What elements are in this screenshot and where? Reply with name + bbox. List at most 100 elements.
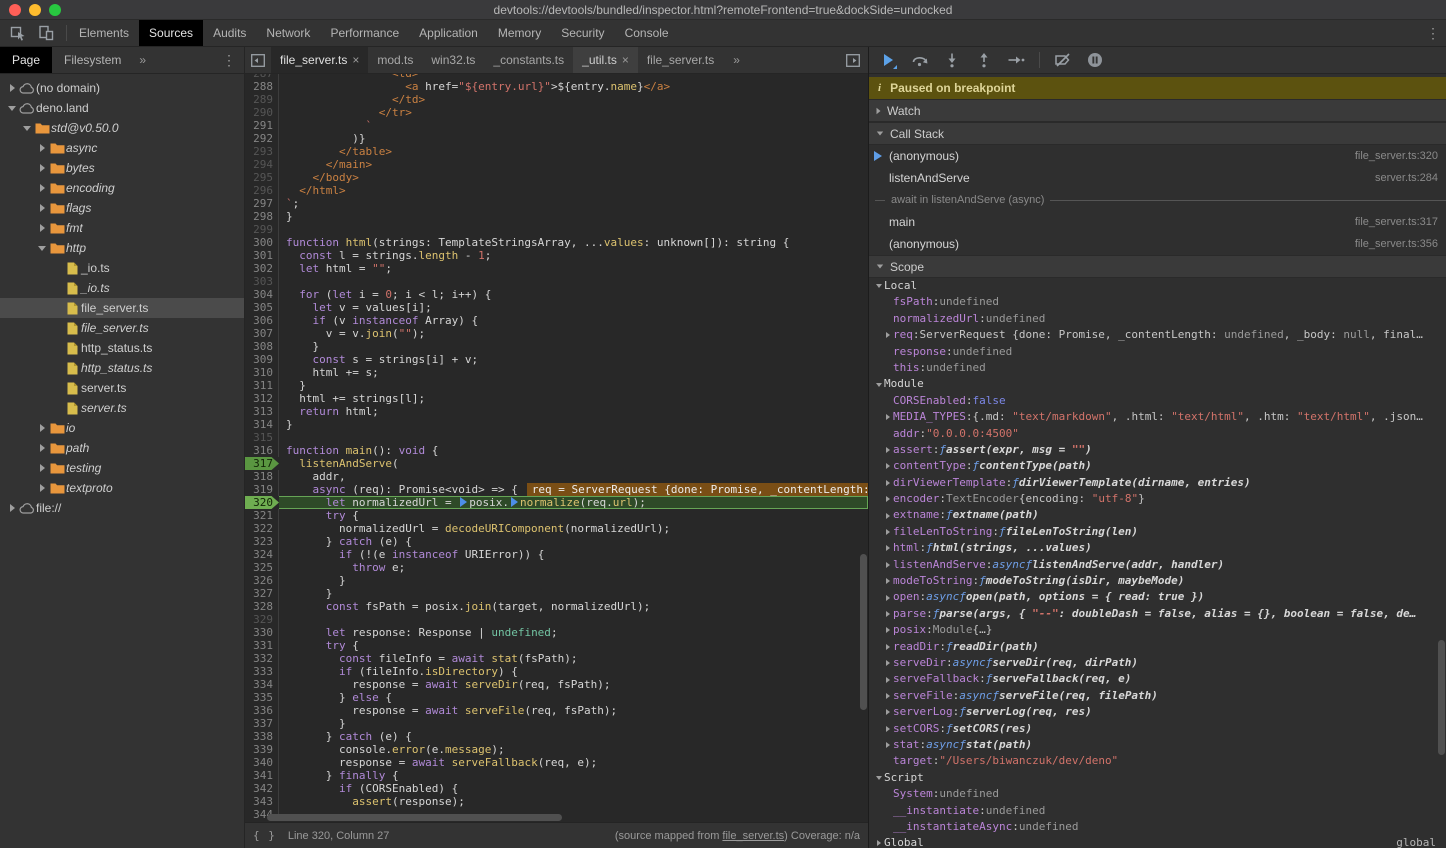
editor-vertical-scrollbar[interactable] [860, 554, 867, 710]
tree-item-http_status.ts[interactable]: http_status.ts [0, 338, 244, 358]
inspect-element-icon[interactable] [6, 22, 30, 44]
callstack-frame[interactable]: mainfile_server.ts:317 [869, 211, 1446, 233]
right-arrow-icon[interactable] [36, 144, 48, 152]
tab-page[interactable]: Page [0, 47, 52, 73]
scope-variable-listenAndServe[interactable]: listenAndServe: async ƒ listenAndServe(a… [869, 557, 1446, 573]
code-line-316[interactable]: 316function main(): void { [245, 444, 868, 457]
code-line-311[interactable]: 311 } [245, 379, 868, 392]
scope-variable-stat[interactable]: stat: async ƒ stat(path) [869, 737, 1446, 753]
scope-variable-readDir[interactable]: readDir: ƒ readDir(path) [869, 639, 1446, 655]
scope-variable-posix[interactable]: posix: Module {…} [869, 622, 1446, 638]
device-toolbar-icon[interactable] [34, 22, 58, 44]
deactivate-breakpoints-icon[interactable] [1052, 49, 1074, 71]
scope-section-module[interactable]: Module [869, 376, 1446, 392]
right-arrow-icon[interactable] [36, 204, 48, 212]
frame-location[interactable]: server.ts:284 [1375, 172, 1438, 184]
hide-debugger-icon[interactable] [840, 47, 866, 73]
code-line-307[interactable]: 307 v = v.join(""); [245, 327, 868, 340]
step-icon[interactable] [1005, 49, 1027, 71]
right-arrow-icon[interactable] [36, 164, 48, 172]
continue-to-here-icon[interactable] [460, 497, 467, 507]
scope-section-script[interactable]: Script [869, 770, 1446, 786]
editor-tab-_util.ts[interactable]: _util.ts× [573, 47, 638, 73]
callstack-frame[interactable]: (anonymous)file_server.ts:320 [869, 145, 1446, 167]
scope-variable-parse[interactable]: parse: ƒ parse(args, { "--": doubleDash … [869, 606, 1446, 622]
scope-variable-MEDIA_TYPES[interactable]: MEDIA_TYPES: {.md: "text/markdown", .htm… [869, 409, 1446, 425]
scope-section-local[interactable]: Local [869, 278, 1446, 294]
code-line-336[interactable]: 336 response = await serveFile(req, fsPa… [245, 704, 868, 717]
code-line-318[interactable]: 318 addr, [245, 470, 868, 483]
code-line-333[interactable]: 333 if (fileInfo.isDirectory) { [245, 665, 868, 678]
code-line-328[interactable]: 328 const fsPath = posix.join(target, no… [245, 600, 868, 613]
pretty-print-icon[interactable]: { } [253, 829, 276, 842]
code-line-326[interactable]: 326 } [245, 574, 868, 587]
down-arrow-icon[interactable] [6, 106, 18, 111]
code-line-297[interactable]: 297`; [245, 197, 868, 210]
tree-item-bytes[interactable]: bytes [0, 158, 244, 178]
continue-to-here-icon[interactable] [511, 497, 518, 507]
code-line-329[interactable]: 329 [245, 613, 868, 626]
code-line-327[interactable]: 327 } [245, 587, 868, 600]
code-line-321[interactable]: 321 try { [245, 509, 868, 522]
code-line-290[interactable]: 290 </tr> [245, 106, 868, 119]
tab-performance[interactable]: Performance [320, 20, 409, 46]
scope-variable-contentType[interactable]: contentType: ƒ contentType(path) [869, 458, 1446, 474]
execution-line-marker[interactable]: 320 [245, 496, 279, 509]
right-arrow-icon[interactable] [36, 424, 48, 432]
tab-elements[interactable]: Elements [69, 20, 139, 46]
code-line-302[interactable]: 302 let html = ""; [245, 262, 868, 275]
close-tab-icon[interactable]: × [352, 53, 359, 67]
tree-item-file[interactable]: file:// [0, 498, 244, 518]
code-editor[interactable]: 287 <td>288 <a href="${entry.url}">${ent… [245, 74, 868, 822]
code-line-314[interactable]: 314} [245, 418, 868, 431]
code-line-301[interactable]: 301 const l = strings.length - 1; [245, 249, 868, 262]
scope-variable-req[interactable]: req: ServerRequest {done: Promise, _cont… [869, 327, 1446, 343]
code-line-342[interactable]: 342 if (CORSEnabled) { [245, 782, 868, 795]
tab-security[interactable]: Security [551, 20, 614, 46]
scope-variable-html[interactable]: html: ƒ html(strings, ...values) [869, 540, 1446, 556]
code-line-325[interactable]: 325 throw e; [245, 561, 868, 574]
tree-item-testing[interactable]: testing [0, 458, 244, 478]
code-line-296[interactable]: 296 </html> [245, 184, 868, 197]
down-arrow-icon[interactable] [36, 246, 48, 251]
frame-location[interactable]: file_server.ts:317 [1355, 216, 1438, 228]
code-line-315[interactable]: 315 [245, 431, 868, 444]
code-line-294[interactable]: 294 </main> [245, 158, 868, 171]
scope-variable-serveFile[interactable]: serveFile: async ƒ serveFile(req, filePa… [869, 688, 1446, 704]
tree-item-file_server.ts[interactable]: file_server.ts [0, 318, 244, 338]
right-arrow-icon[interactable] [36, 484, 48, 492]
editor-tabs-overflow-icon[interactable]: » [723, 47, 750, 73]
right-arrow-icon[interactable] [36, 224, 48, 232]
scope-variable-encoder[interactable]: encoder: TextEncoder {encoding: "utf-8"} [869, 491, 1446, 507]
code-line-317[interactable]: 317 listenAndServe( [245, 457, 868, 470]
navigator-more-icon[interactable]: ⋮ [222, 52, 236, 69]
resume-script-icon[interactable] [877, 49, 899, 71]
code-line-308[interactable]: 308 } [245, 340, 868, 353]
tree-item-stdv0.50.0[interactable]: std@v0.50.0 [0, 118, 244, 138]
tree-item-flags[interactable]: flags [0, 198, 244, 218]
close-tab-icon[interactable]: × [622, 53, 629, 67]
down-arrow-icon[interactable] [21, 126, 33, 131]
code-line-292[interactable]: 292 )} [245, 132, 868, 145]
step-into-icon[interactable] [941, 49, 963, 71]
code-line-331[interactable]: 331 try { [245, 639, 868, 652]
code-line-334[interactable]: 334 response = await serveDir(req, fsPat… [245, 678, 868, 691]
code-line-299[interactable]: 299 [245, 223, 868, 236]
tree-item-http[interactable]: http [0, 238, 244, 258]
code-line-335[interactable]: 335 } else { [245, 691, 868, 704]
code-line-322[interactable]: 322 normalizedUrl = decodeURIComponent(n… [245, 522, 868, 535]
code-line-305[interactable]: 305 let v = values[i]; [245, 301, 868, 314]
right-arrow-icon[interactable] [6, 84, 18, 92]
code-line-300[interactable]: 300function html(strings: TemplateString… [245, 236, 868, 249]
code-line-306[interactable]: 306 if (v instanceof Array) { [245, 314, 868, 327]
code-line-324[interactable]: 324 if (!(e instanceof URIError)) { [245, 548, 868, 561]
scope-section-global[interactable]: Globalglobal [869, 835, 1446, 848]
scope-variable-serverLog[interactable]: serverLog: ƒ serverLog(req, res) [869, 704, 1446, 720]
code-line-289[interactable]: 289 </td> [245, 93, 868, 106]
pause-on-exceptions-icon[interactable] [1084, 49, 1106, 71]
code-line-309[interactable]: 309 const s = strings[i] + v; [245, 353, 868, 366]
tab-application[interactable]: Application [409, 20, 488, 46]
code-line-298[interactable]: 298} [245, 210, 868, 223]
code-line-320[interactable]: 320 let normalizedUrl = posix.normalize(… [245, 496, 868, 509]
tab-filesystem[interactable]: Filesystem [52, 47, 133, 73]
